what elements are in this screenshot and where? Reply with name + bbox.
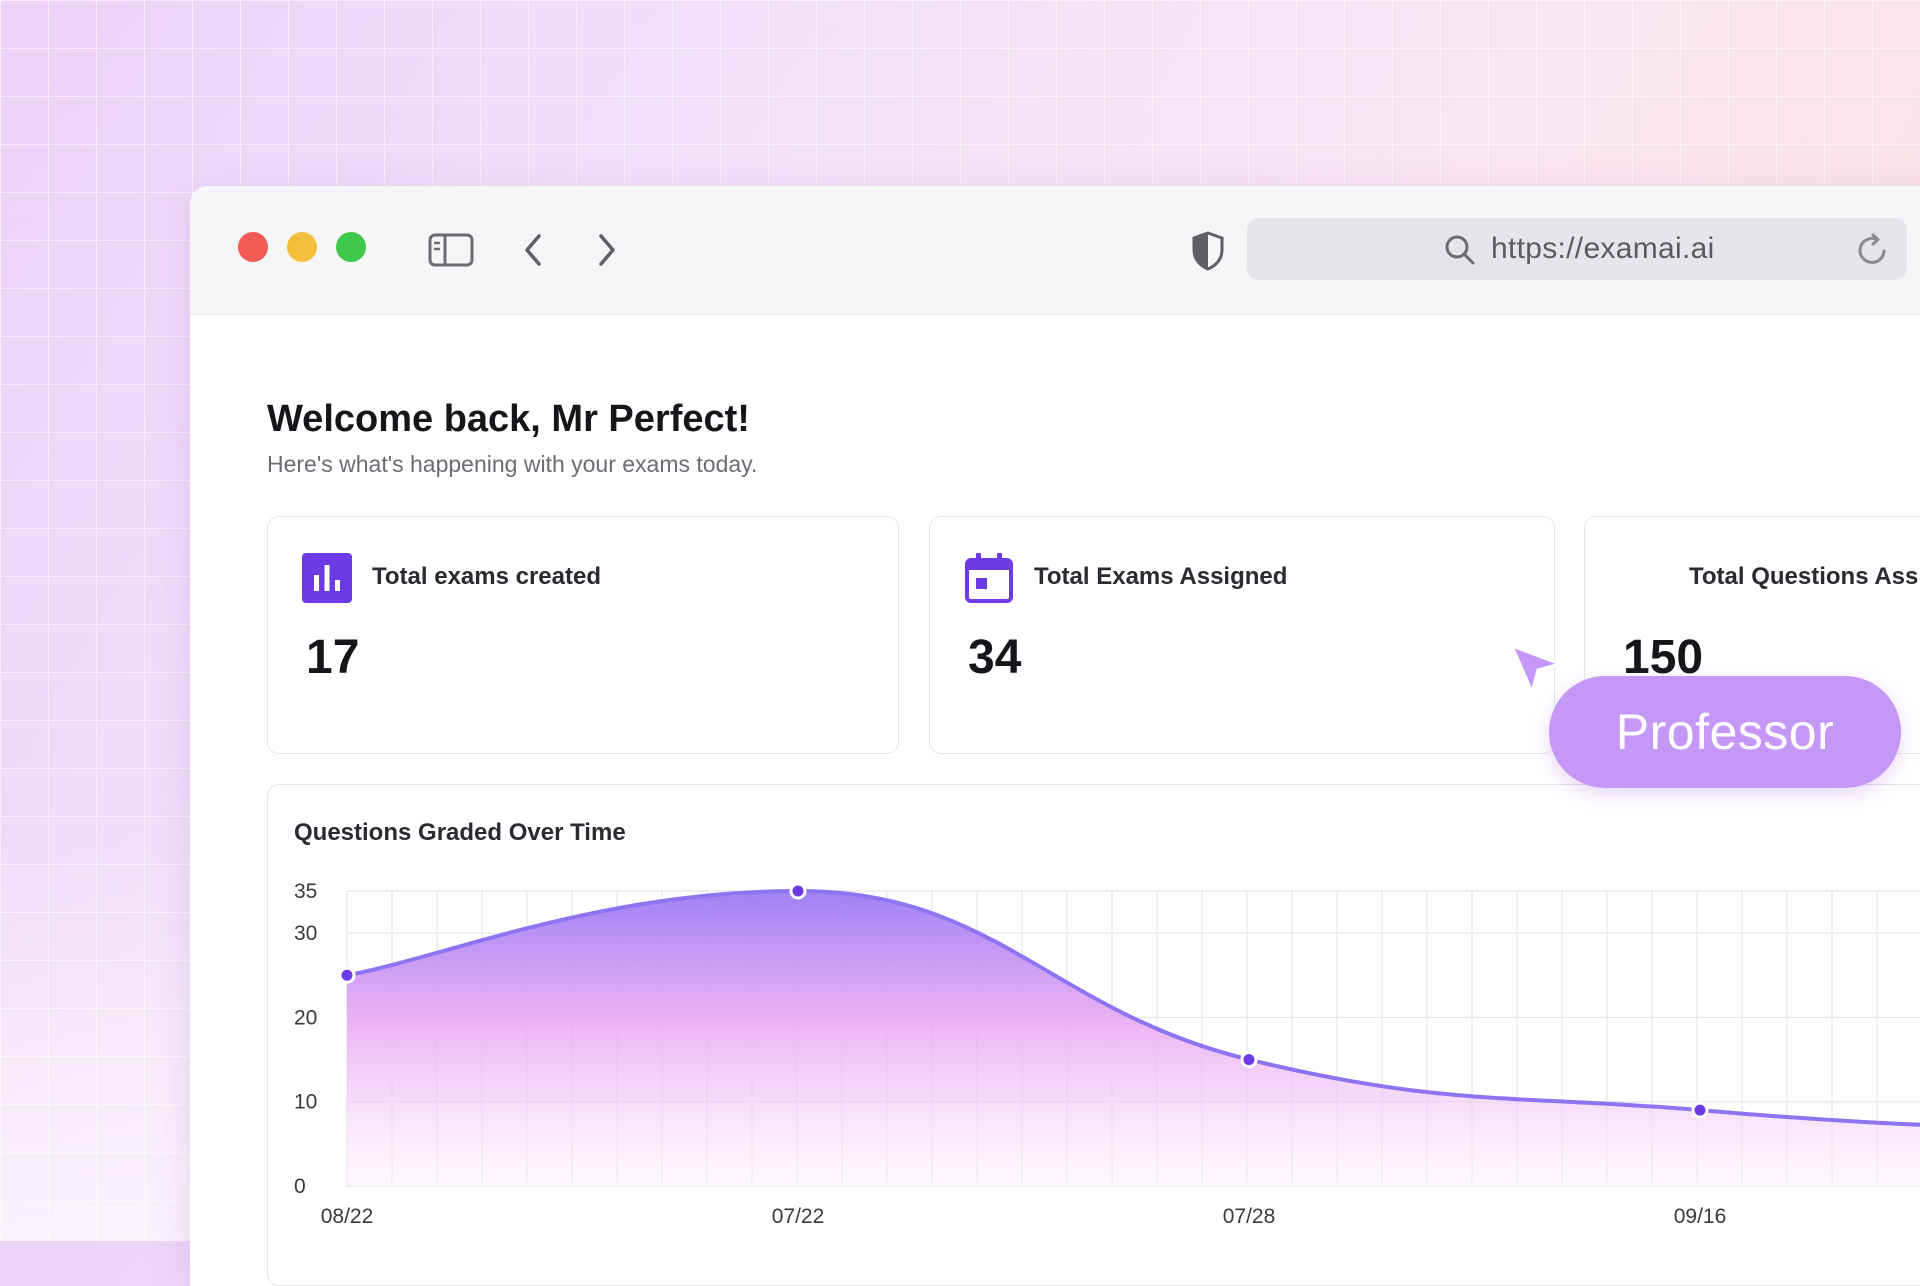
data-point[interactable] (789, 882, 807, 900)
x-tick-label: 07/28 (1223, 1205, 1276, 1228)
x-tick-label: 07/22 (772, 1205, 825, 1228)
stat-label: Total Questions Ass (1689, 563, 1919, 590)
chart-card: Questions Graded Over Time 0 10 20 30 35 08/2… (267, 784, 1920, 1286)
reload-icon[interactable] (1853, 230, 1893, 270)
page-title: Welcome back, Mr Perfect! (267, 398, 750, 440)
browser-toolbar: https://examai.ai (190, 186, 1920, 315)
role-badge: Professor (1549, 676, 1901, 788)
close-window-button[interactable] (238, 232, 268, 262)
questions-graded-chart: 0 10 20 30 35 08/22 07/22 07/28 09/16 (294, 880, 1920, 1228)
stat-value: 17 (306, 631, 360, 684)
url-text: https://examai.ai (1491, 232, 1715, 265)
stat-card-exams-created[interactable]: Total exams created 17 (267, 516, 899, 754)
maximize-window-button[interactable] (336, 232, 366, 262)
stat-value: 34 (968, 631, 1022, 684)
calendar-icon (965, 553, 1013, 603)
sidebar-toggle-icon[interactable] (428, 232, 474, 268)
back-arrow-icon[interactable] (519, 230, 547, 270)
stat-label: Total exams created (372, 563, 601, 590)
stat-card-exams-assigned[interactable]: Total Exams Assigned 34 (929, 516, 1555, 754)
y-tick-label: 35 (294, 880, 317, 903)
browser-window: https://examai.ai Welcome back, Mr Perfe… (190, 186, 1920, 1286)
area-fill (347, 891, 1920, 1186)
data-point[interactable] (1691, 1101, 1709, 1119)
y-tick-label: 30 (294, 922, 317, 945)
stat-label: Total Exams Assigned (1034, 563, 1288, 590)
search-icon (1445, 235, 1475, 265)
shield-icon[interactable] (1190, 230, 1226, 272)
bar-chart-icon (302, 553, 352, 603)
x-tick-label: 09/16 (1674, 1205, 1727, 1228)
x-tick-label: 08/22 (321, 1205, 374, 1228)
cursor-arrow-icon (1510, 644, 1562, 694)
minimize-window-button[interactable] (287, 232, 317, 262)
y-tick-label: 10 (294, 1091, 317, 1114)
address-bar[interactable]: https://examai.ai (1247, 218, 1907, 280)
y-tick-label: 0 (294, 1175, 306, 1198)
data-point[interactable] (338, 966, 356, 984)
forward-arrow-icon[interactable] (593, 230, 621, 270)
y-tick-label: 20 (294, 1006, 317, 1029)
data-point[interactable] (1240, 1051, 1258, 1069)
page-subtitle: Here's what's happening with your exams … (267, 451, 758, 477)
